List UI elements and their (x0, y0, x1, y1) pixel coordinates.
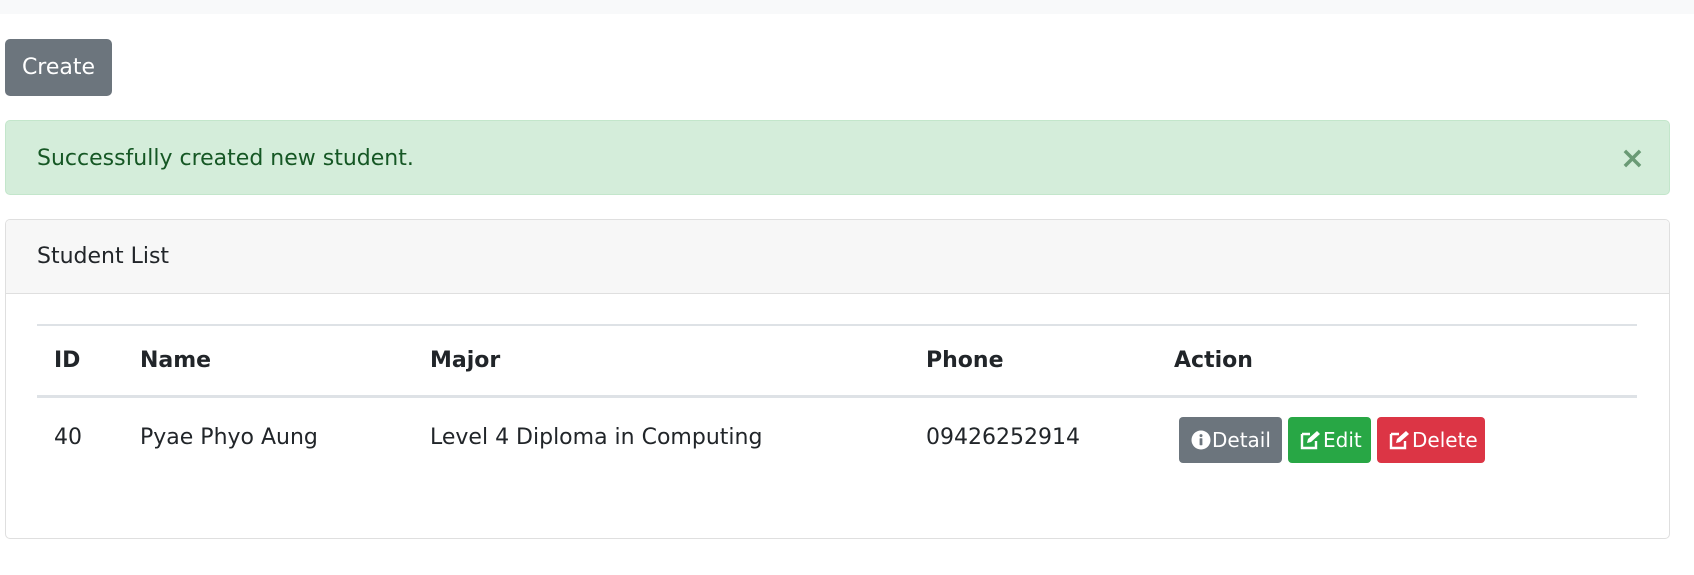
column-header-phone: Phone (926, 348, 1004, 373)
cell-name: Pyae Phyo Aung (140, 425, 318, 450)
card-header: Student List (6, 220, 1669, 294)
detail-label: Detail (1212, 428, 1271, 452)
top-bar (0, 0, 1694, 14)
edit-icon (1300, 431, 1320, 450)
alert-message: Successfully created new student. (37, 146, 414, 171)
create-button[interactable]: Create (5, 39, 112, 96)
cell-phone: 09426252914 (926, 425, 1080, 450)
close-icon[interactable]: × (1620, 121, 1645, 196)
card-title: Student List (37, 244, 170, 269)
success-alert: Successfully created new student. × (5, 120, 1670, 195)
student-list-card: Student List ID Name Major Phone Action … (5, 219, 1670, 539)
cell-major: Level 4 Diploma in Computing (430, 425, 763, 450)
edit-button[interactable]: Edit (1288, 417, 1371, 463)
column-header-action: Action (1174, 348, 1253, 373)
cell-id: 40 (54, 425, 82, 450)
edit-label: Edit (1323, 428, 1362, 452)
info-circle-icon (1191, 430, 1211, 450)
column-header-name: Name (140, 348, 212, 373)
delete-label: Delete (1412, 428, 1478, 452)
table-row: 40 Pyae Phyo Aung Level 4 Diploma in Com… (37, 398, 1637, 488)
edit-icon (1389, 431, 1409, 450)
detail-button[interactable]: Detail (1179, 417, 1282, 463)
column-header-id: ID (54, 348, 81, 373)
column-header-major: Major (430, 348, 501, 373)
delete-button[interactable]: Delete (1377, 417, 1485, 463)
table-header: ID Name Major Phone Action (37, 324, 1637, 398)
student-table: ID Name Major Phone Action 40 Pyae Phyo … (37, 324, 1637, 488)
row-actions: Detail Edit Delete (1179, 417, 1485, 463)
